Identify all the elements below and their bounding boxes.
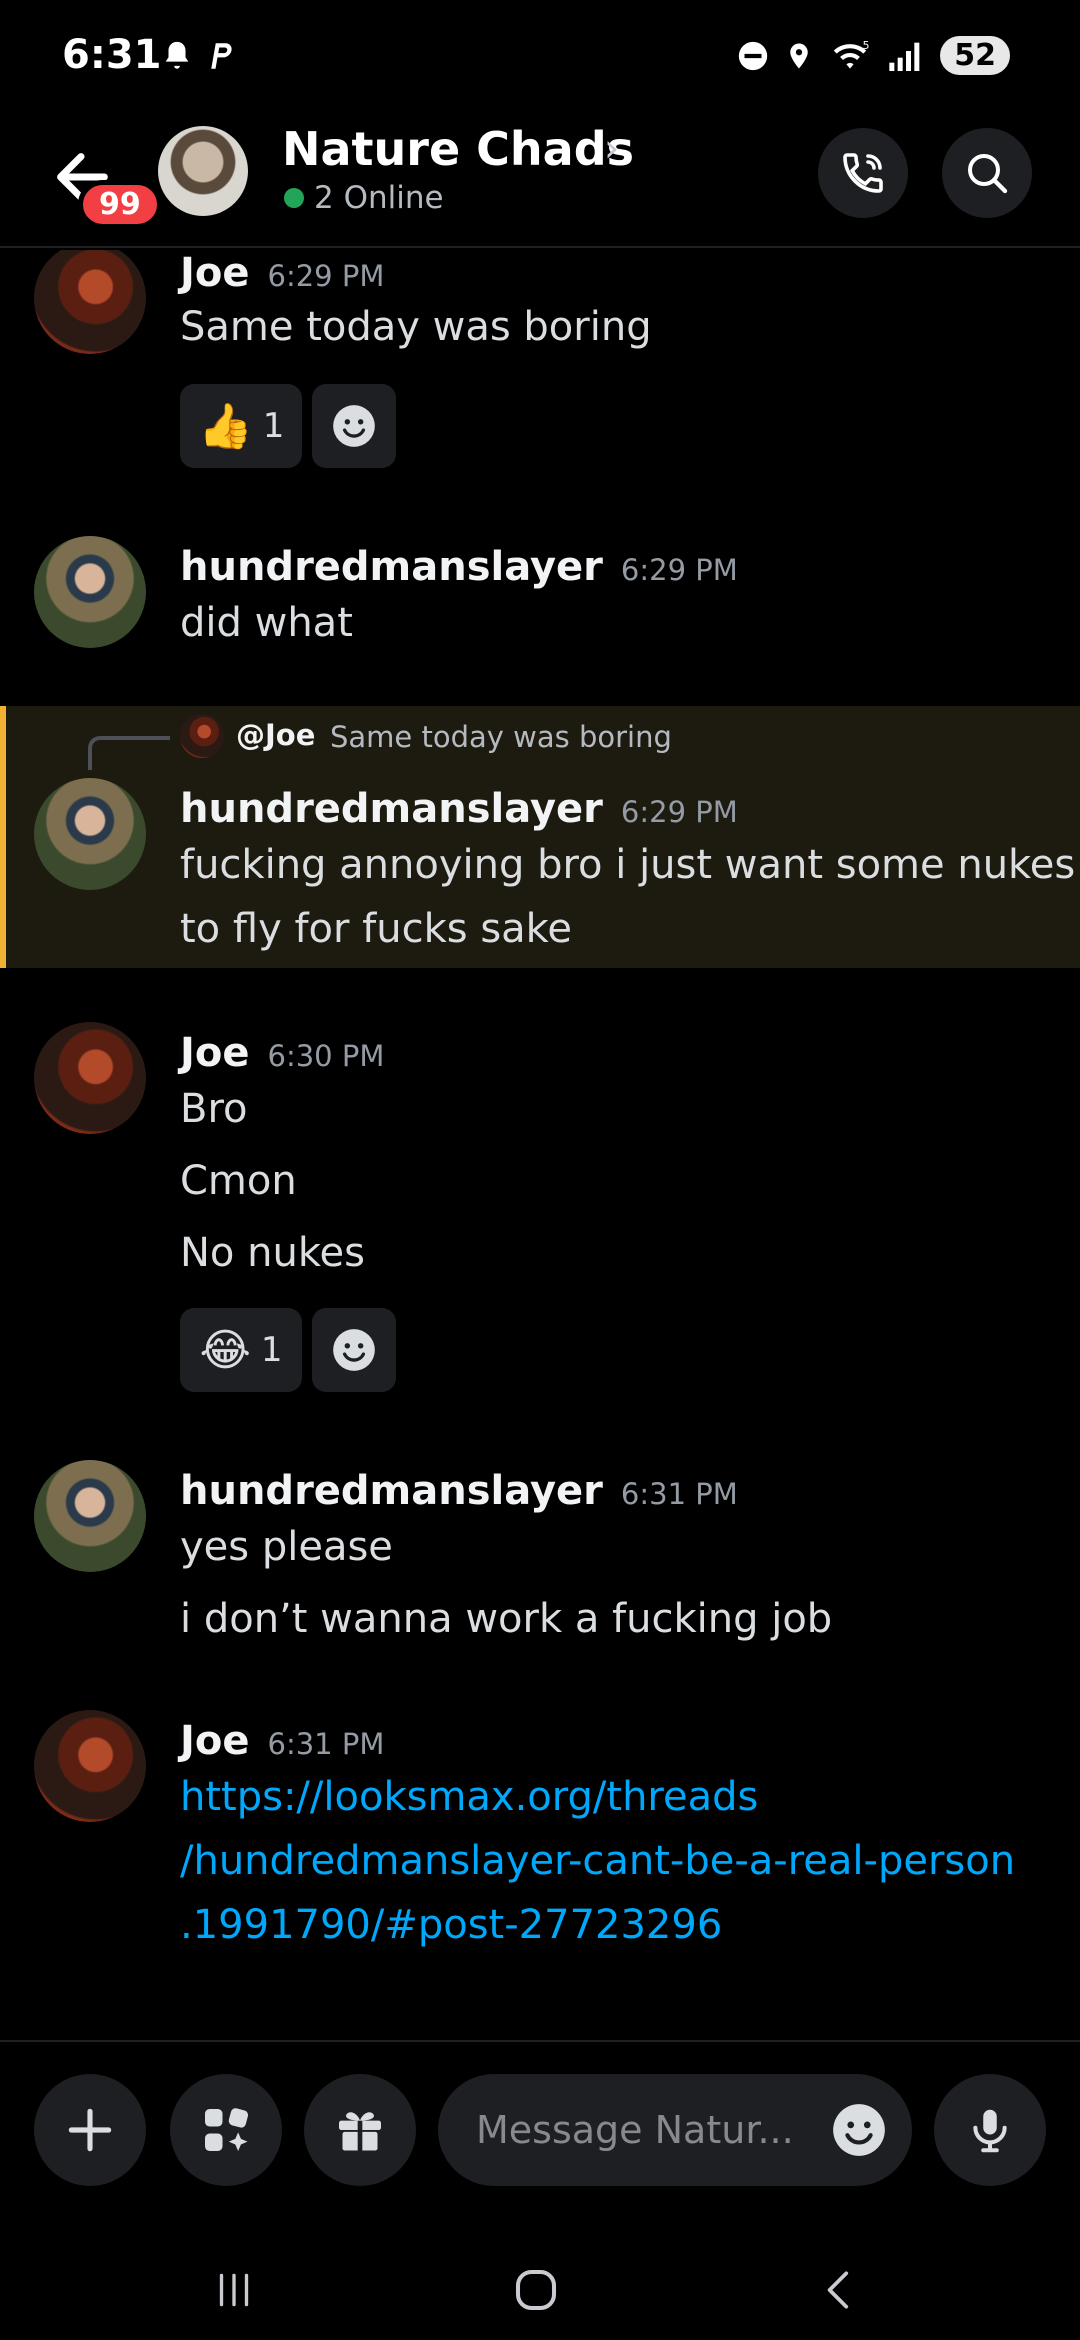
message-text: No nukes (180, 1230, 365, 1276)
user-avatar-hundredmanslayer[interactable] (34, 778, 146, 890)
message-timestamp: 6:29 PM (620, 553, 738, 587)
attach-button[interactable] (34, 2074, 146, 2186)
message-author[interactable]: Joe 6:31 PM (180, 1718, 384, 1764)
online-count: 2 Online (314, 180, 444, 216)
system-navigation-bar (0, 2240, 1080, 2340)
recents-icon (219, 2273, 249, 2307)
reply-avatar (180, 714, 224, 758)
plus-icon (68, 2108, 112, 2152)
search-button[interactable] (942, 128, 1032, 218)
message-input-placeholder: Message Natur... (476, 2108, 794, 2152)
voice-message-button[interactable] (934, 2074, 1046, 2186)
do-not-disturb-icon (739, 41, 768, 70)
gift-button[interactable] (304, 2074, 416, 2186)
message-author[interactable]: hundredmanslayer 6:29 PM (180, 786, 738, 832)
message-timestamp: 6:31 PM (267, 1727, 385, 1761)
reply-author[interactable]: @Joe (236, 718, 315, 752)
user-avatar-hundredmanslayer[interactable] (34, 1460, 146, 1572)
message-text: i don’t wanna work a fucking job (180, 1596, 833, 1642)
reaction-count: 1 (262, 406, 285, 446)
message-timestamp: 6:29 PM (620, 795, 738, 829)
status-right-icons: 5 52 (736, 36, 1010, 75)
message-author[interactable]: Joe 6:29 PM (180, 250, 384, 296)
location-icon (790, 43, 808, 68)
reaction-row: 👍 1 (180, 384, 397, 468)
channel-title[interactable]: Nature Chads (282, 122, 634, 176)
chat-screen: 6:31 5 52 99 Nature Chads › 2 Online Joe… (0, 0, 1080, 2340)
wifi-icon: 5 (834, 38, 870, 69)
home-button[interactable] (496, 2250, 576, 2330)
smiley-icon (333, 1329, 375, 1371)
message-author[interactable]: hundredmanslayer 6:31 PM (180, 1468, 738, 1514)
message-text: to fly for fucks sake (180, 906, 573, 952)
smiley-icon (333, 405, 376, 447)
message-timestamp: 6:30 PM (267, 1039, 385, 1073)
search-icon (968, 154, 1008, 194)
message-text: yes please (180, 1524, 393, 1570)
recents-button[interactable] (194, 2250, 274, 2330)
message-link[interactable]: .1991790/#post-27723296 (180, 1902, 722, 1948)
online-status-dot (284, 188, 304, 208)
group-avatar[interactable] (158, 126, 248, 216)
apps-icon (205, 2108, 249, 2151)
message-text: Cmon (180, 1158, 297, 1204)
chevron-left-icon (827, 2271, 849, 2309)
unread-badge: 99 (78, 180, 162, 229)
battery-indicator: 52 (940, 36, 1010, 75)
reaction-thumbs-up[interactable]: 👍 1 (180, 384, 303, 468)
parking-p-icon (211, 43, 232, 69)
message-author[interactable]: Joe 6:30 PM (180, 1030, 384, 1076)
message-author[interactable]: hundredmanslayer 6:29 PM (180, 544, 738, 590)
message-composer: Message Natur... (0, 2040, 1080, 2240)
message-text: Same today was boring (180, 304, 652, 350)
gift-icon (339, 2112, 381, 2151)
message-text: Bro (180, 1086, 248, 1132)
message-timestamp: 6:31 PM (620, 1477, 738, 1511)
message-link[interactable]: /hundredmanslayer-cant-be-a-real-person (180, 1838, 1015, 1884)
emoji-picker-icon[interactable] (828, 2099, 890, 2161)
thumbs-up-icon: 👍 (198, 401, 253, 452)
home-icon (515, 2269, 557, 2311)
reply-preview[interactable]: Same today was boring (330, 720, 672, 754)
status-time: 6:31 (62, 32, 162, 78)
reaction-row: 😂 1 (180, 1308, 396, 1392)
signal-icon (889, 42, 920, 71)
user-avatar-joe[interactable] (34, 1710, 146, 1822)
laughing-tears-icon: 😂 (199, 1324, 251, 1376)
bell-icon (165, 41, 189, 69)
message-link[interactable]: https://looksmax.org/threads (180, 1774, 758, 1820)
chat-header: 99 Nature Chads › 2 Online (0, 120, 1080, 248)
apps-button[interactable] (170, 2074, 282, 2186)
reaction-count: 1 (260, 1330, 283, 1370)
message-list[interactable]: Joe 6:29 PM Same today was boring 👍 1 hund… (0, 250, 1080, 2040)
svg-text:5: 5 (863, 38, 870, 51)
reply-connector (88, 736, 170, 770)
phone-call-icon (843, 153, 883, 193)
system-back-button[interactable] (800, 2250, 880, 2330)
message-text: did what (180, 600, 353, 646)
user-avatar-joe[interactable] (34, 250, 146, 354)
microphone-icon (973, 2109, 1007, 2153)
status-bar: 6:31 5 52 (0, 0, 1080, 120)
chevron-right-icon[interactable]: › (604, 126, 619, 170)
call-button[interactable] (818, 128, 908, 218)
message-input[interactable]: Message Natur... (438, 2074, 912, 2186)
message-text: fucking annoying bro i just want some nu… (180, 842, 1076, 888)
user-avatar-joe[interactable] (34, 1022, 146, 1134)
add-reaction-button[interactable] (312, 1308, 396, 1392)
message-timestamp: 6:29 PM (267, 259, 385, 293)
add-reaction-button[interactable] (312, 384, 397, 468)
reaction-laughing[interactable]: 😂 1 (180, 1308, 302, 1392)
status-left-icons (160, 38, 242, 74)
user-avatar-hundredmanslayer[interactable] (34, 536, 146, 648)
